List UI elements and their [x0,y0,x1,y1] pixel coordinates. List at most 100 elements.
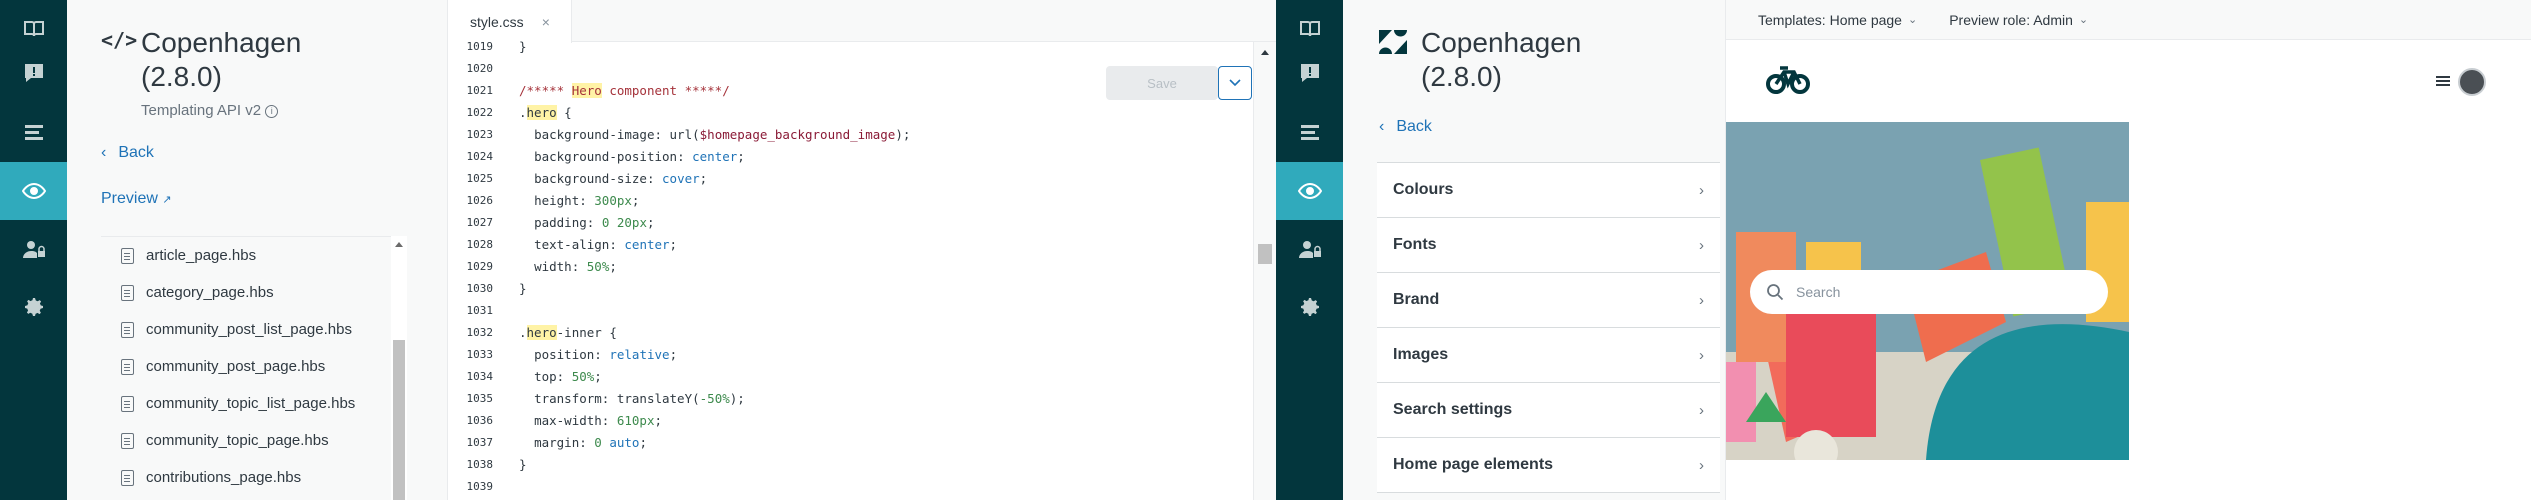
line-content: top: 50%; [534,369,602,384]
file-item[interactable]: contributions_page.hbs [101,459,402,496]
line-number: 1025 [466,172,494,185]
code-line[interactable]: 1029 width: 50%; [448,256,1253,278]
line-content: } [519,457,527,472]
code-line[interactable]: 1025 background-size: cover; [448,168,1253,190]
save-options-button[interactable] [1218,66,1252,100]
chevron-right-icon: › [1699,236,1704,254]
rail-item-user-permissions[interactable] [0,220,67,278]
file-name: contributions_page.hbs [146,469,302,486]
chevron-right-icon: › [1699,456,1704,474]
file-item[interactable]: community_topic_page.hbs [101,422,402,459]
code-line[interactable]: 1022 .hero { [448,102,1253,124]
code-line[interactable]: 1019} [448,36,1253,58]
file-icon [121,432,134,449]
close-icon[interactable]: × [542,14,550,30]
line-number: 1020 [466,62,494,75]
section-brand[interactable]: Brand › [1377,273,1720,328]
file-item[interactable]: category_page.hbs [101,274,402,311]
settings-sections: Colours › Fonts › Brand › Images › Search se… [1377,162,1720,493]
code-line[interactable]: 1036 max-width: 610px; [448,410,1253,432]
file-name: category_page.hbs [146,284,274,301]
rail-item-settings[interactable] [0,278,67,336]
menu-icon[interactable] [2436,76,2450,86]
code-line[interactable]: 1027 padding: 0 20px; [448,212,1253,234]
rail-item-user-permissions[interactable] [1276,220,1343,278]
code-line[interactable]: 1026 height: 300px; [448,190,1253,212]
back-link[interactable]: ‹ Back [101,144,154,162]
rail-item-customize[interactable] [1276,162,1343,220]
file-list-scrollbar[interactable] [391,236,407,500]
file-item[interactable]: article_page.hbs [101,237,402,274]
line-content: text-align: center; [534,237,678,252]
line-number: 1038 [466,458,494,471]
scrollbar-thumb[interactable] [393,340,405,500]
templates-dropdown[interactable]: Templates: Home page ⌄ [1758,12,1917,28]
code-line[interactable]: 1031 [448,300,1253,322]
code-editor: style.css × 1019} 1020 1021 /***** Hero com… [448,0,1276,500]
chevron-down-icon [1229,79,1241,87]
preview-link[interactable]: Preview ↗ [101,190,172,208]
rail-item-customize[interactable] [0,162,67,220]
section-images[interactable]: Images › [1377,328,1720,383]
bicycle-logo-icon[interactable] [1766,64,1810,94]
eye-icon [21,182,46,200]
code-line[interactable]: 1028 text-align: center; [448,234,1253,256]
rail-item-moderation[interactable] [0,44,67,102]
book-icon [1299,21,1320,37]
customize-header: Copenhagen (2.8.0) [1379,26,1581,94]
alert-chat-icon [24,64,43,82]
line-content [493,300,519,322]
code-line[interactable]: 1024 background-position: center; [448,146,1253,168]
scroll-up-arrow-icon[interactable] [1261,50,1269,55]
line-number: 1028 [466,238,494,251]
theme-name: Copenhagen [1421,27,1582,58]
line-content: padding: 0 20px; [534,215,655,230]
search-input[interactable]: Search [1750,270,2108,314]
left-nav-rail [0,0,67,500]
file-name: article_page.hbs [146,247,257,264]
code-line[interactable]: 1032 .hero-inner { [448,322,1253,344]
code-line[interactable]: 1037 margin: 0 auto; [448,432,1253,454]
chevron-right-icon: › [1699,181,1704,199]
section-label: Brand [1393,291,1440,308]
back-link[interactable]: ‹ Back [1379,118,1432,136]
scrollbar-thumb[interactable] [1258,244,1272,264]
code-icon: </> [101,28,138,52]
scroll-up-arrow-icon[interactable] [395,242,403,247]
avatar[interactable] [2458,68,2486,96]
save-button[interactable]: Save [1106,66,1218,100]
code-line[interactable]: 1038} [448,454,1253,476]
file-item[interactable]: community_post_page.hbs [101,348,402,385]
section-colours[interactable]: Colours › [1377,163,1720,218]
file-list: article_page.hbs category_page.hbs commu… [101,236,402,500]
api-version-text: Templating API v2 [141,102,262,119]
preview-role-dropdown[interactable]: Preview role: Admin ⌄ [1949,12,2088,28]
section-search-settings[interactable]: Search settings › [1377,383,1720,438]
code-area[interactable]: 1019} 1020 1021 /***** Hero component *****… [448,36,1253,500]
file-icon [121,247,134,264]
code-line[interactable]: 1033 position: relative; [448,344,1253,366]
file-item[interactable]: community_post_list_page.hbs [101,311,402,348]
line-content: max-width: 610px; [534,413,663,428]
info-icon[interactable]: i [265,104,279,118]
code-line[interactable]: 1023 background-image: url($homepage_bac… [448,124,1253,146]
line-content: background-position: center; [534,149,745,164]
code-line[interactable]: 1039 [448,476,1253,498]
rail-item-settings[interactable] [1276,278,1343,336]
line-content [493,476,519,498]
line-number: 1021 [466,84,494,97]
line-content: background-image: url($homepage_backgrou… [534,127,911,142]
section-home-page-elements[interactable]: Home page elements › [1377,438,1720,493]
section-fonts[interactable]: Fonts › [1377,218,1720,273]
code-line[interactable]: 1030} [448,278,1253,300]
line-content: /***** Hero component *****/ [519,83,730,98]
file-item[interactable]: community_topic_list_page.hbs [101,385,402,422]
editor-scrollbar[interactable] [1253,42,1276,500]
rail-item-moderation[interactable] [1276,44,1343,102]
rail-item-arrange[interactable] [0,104,67,162]
line-content: } [519,39,527,54]
code-line[interactable]: 1035 transform: translateY(-50%); [448,388,1253,410]
code-line[interactable]: 1034 top: 50%; [448,366,1253,388]
line-number: 1031 [466,304,494,317]
rail-item-arrange[interactable] [1276,104,1343,162]
